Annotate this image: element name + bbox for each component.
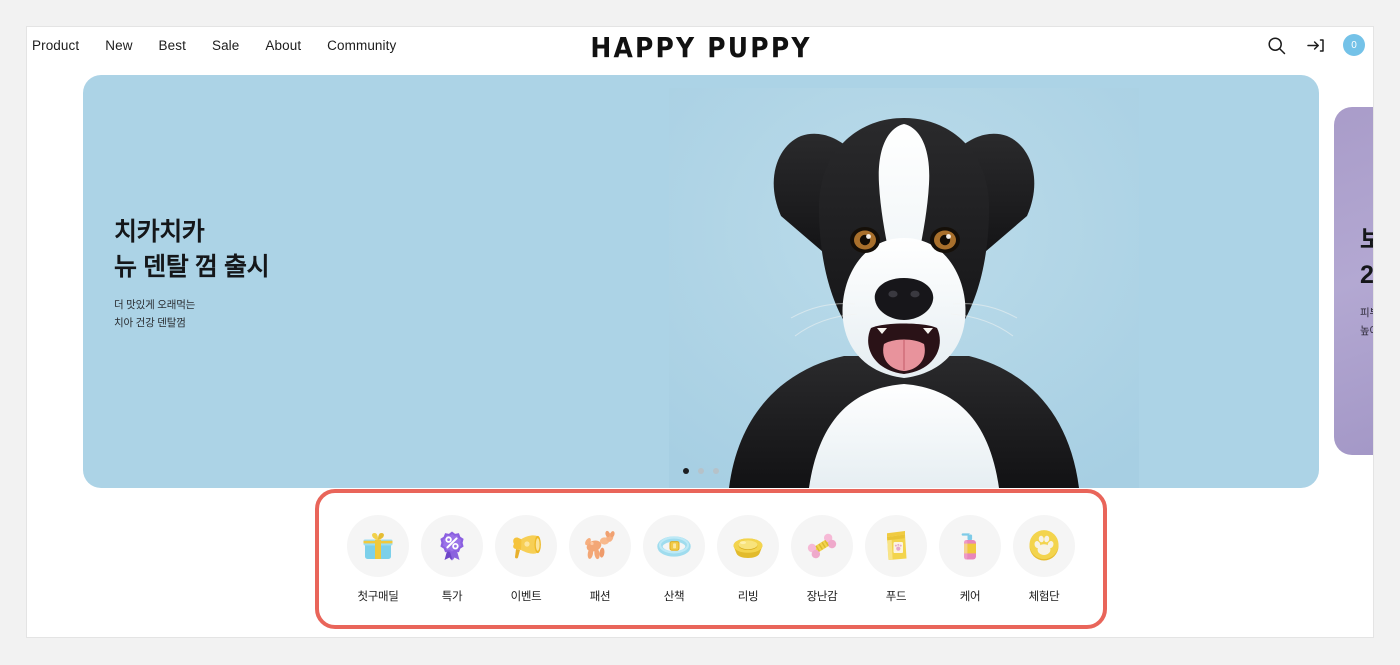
hero-dot-2[interactable] — [698, 468, 704, 474]
hero-dot-1[interactable] — [683, 468, 689, 474]
hero-sub-line1: 더 맛있게 오래먹는 — [114, 299, 196, 311]
category-label: 푸드 — [885, 590, 907, 603]
collar-icon — [643, 514, 705, 577]
category-label: 장난감 — [806, 590, 838, 603]
category-label: 리빙 — [737, 590, 759, 603]
category-item-food[interactable]: 푸드 — [865, 514, 927, 604]
category-item-trial-group[interactable]: 체험단 — [1013, 514, 1075, 604]
header-actions: 0 — [1265, 34, 1365, 56]
category-item-first-purchase[interactable]: 첫구매딜 — [347, 514, 409, 604]
hero-carousel: 치카치카 뉴 덴탈 껌 출시 더 맛있게 오래먹는 치아 건강 덴탈껌 2 피 … — [27, 75, 1374, 488]
category-item-fashion[interactable]: 패션 — [569, 514, 631, 604]
hero-copy: 치카치카 뉴 덴탈 껌 출시 더 맛있게 오래먹는 치아 건강 덴탈껌 — [114, 215, 270, 333]
category-label: 패션 — [589, 590, 611, 603]
paw-print-icon — [1013, 514, 1075, 577]
megaphone-icon — [495, 514, 557, 577]
discount-badge-icon — [421, 514, 483, 577]
hero-next-title-line2: 2 — [1360, 260, 1374, 289]
category-item-living[interactable]: 리빙 — [717, 514, 779, 604]
hero-next-copy: 보 2 피부 높여 — [1360, 223, 1374, 341]
category-section-highlight: 첫구매딜 특가 이벤트 패션 산책 리빙 장난감 푸드 케어 체험단 — [315, 489, 1107, 629]
category-item-toy[interactable]: 장난감 — [791, 514, 853, 604]
category-row: 첫구매딜 특가 이벤트 패션 산책 리빙 장난감 푸드 케어 체험단 — [319, 493, 1103, 625]
hero-next-sub-line2: 높여 — [1360, 325, 1373, 338]
cart-count-badge[interactable]: 0 — [1343, 34, 1365, 56]
category-item-walk[interactable]: 산책 — [643, 514, 705, 604]
category-item-care[interactable]: 케어 — [939, 514, 1001, 604]
login-icon[interactable] — [1304, 34, 1326, 56]
food-bag-icon — [865, 514, 927, 577]
hero-slide-next[interactable]: 보 2 피부 높여 — [1334, 107, 1374, 455]
hero-sub-line2: 치아 건강 덴탈껌 — [114, 317, 186, 330]
border-collie-photo — [669, 88, 1139, 488]
gift-icon — [347, 514, 409, 577]
category-label: 산책 — [663, 590, 685, 603]
category-item-special-price[interactable]: 특가 — [421, 514, 483, 604]
category-label: 체험단 — [1028, 590, 1060, 603]
hero-slide-active[interactable]: 치카치카 뉴 덴탈 껌 출시 더 맛있게 오래먹는 치아 건강 덴탈껌 — [83, 75, 1319, 488]
hero-title-line1: 치카치카 — [114, 218, 205, 246]
balloon-dog-icon — [569, 514, 631, 577]
hero-dot-3[interactable] — [713, 468, 719, 474]
bowl-icon — [717, 514, 779, 577]
site-header: Product New Best Sale About Community HA… — [27, 27, 1373, 67]
hero-next-sub-line1: 피부 — [1360, 307, 1373, 319]
page-card: Product New Best Sale About Community HA… — [26, 26, 1374, 638]
search-icon[interactable] — [1265, 34, 1287, 56]
category-label: 특가 — [441, 590, 463, 603]
category-label: 첫구매딜 — [357, 590, 399, 603]
hero-carousel-dots — [83, 468, 1319, 474]
category-label: 케어 — [959, 590, 981, 603]
pump-bottle-icon — [939, 514, 1001, 577]
category-item-event[interactable]: 이벤트 — [495, 514, 557, 604]
site-logo[interactable]: HAPPY PUPPY — [27, 31, 1373, 63]
hero-title-line2: 뉴 덴탈 껌 출시 — [114, 252, 270, 281]
chew-toy-icon — [791, 514, 853, 577]
hero-next-title-line1: 보 — [1360, 223, 1373, 258]
category-label: 이벤트 — [510, 590, 542, 603]
